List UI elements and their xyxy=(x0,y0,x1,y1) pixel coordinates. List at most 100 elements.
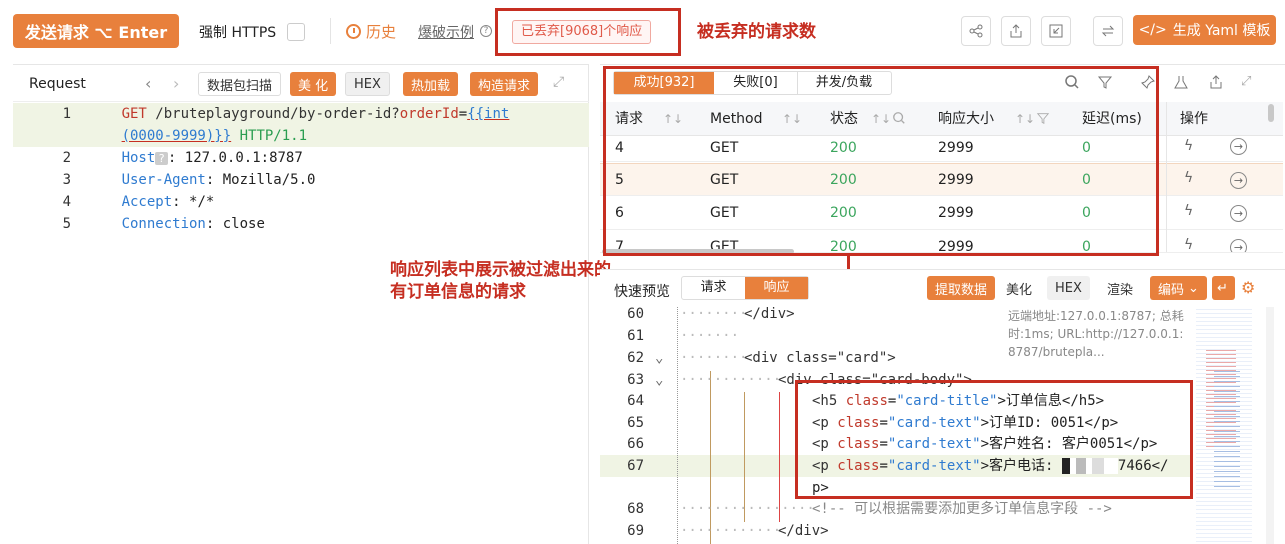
clock-icon xyxy=(346,24,361,39)
preview-tab-response[interactable]: 响应 xyxy=(745,277,808,299)
table-scrollbar[interactable] xyxy=(1268,104,1274,122)
encode-label: 编码 xyxy=(1158,282,1185,298)
request-line-5[interactable]: 5 Connection: close xyxy=(13,213,601,235)
request-path: /bruteplayground/by-order-id? xyxy=(146,106,400,122)
line-number: 4 xyxy=(62,194,71,210)
hot-reload-button[interactable]: 热加载 xyxy=(403,72,459,96)
import-icon[interactable] xyxy=(1041,16,1071,46)
hex-button[interactable]: HEX xyxy=(345,72,390,96)
code-icon: </> xyxy=(1138,22,1167,38)
col-actions: 操作 xyxy=(1180,111,1208,127)
beautify-button[interactable]: 美 化 xyxy=(290,72,337,96)
history-label: 历史 xyxy=(366,23,397,41)
request-line-4[interactable]: 4 Accept: */* xyxy=(13,191,601,213)
quick-preview-label: 快速预览 xyxy=(614,284,670,300)
annotation-filter-line2: 有订单信息的请求 xyxy=(390,282,526,302)
equals-sign: = xyxy=(458,106,468,122)
header-value: : close xyxy=(205,216,265,232)
arrow-right-icon[interactable]: → xyxy=(1230,172,1247,189)
request-line-3[interactable]: 3 User-Agent: Mozilla/5.0 xyxy=(13,169,601,191)
extract-data-button[interactable]: 提取数据 xyxy=(927,276,996,300)
expand-icon[interactable]: ⤢ xyxy=(553,74,564,90)
swap-icon[interactable] xyxy=(1093,16,1123,46)
line-number: 1 xyxy=(62,106,71,122)
code-minimap[interactable] xyxy=(1196,307,1252,544)
meta-line: 8787/brutepla... xyxy=(1008,345,1105,359)
line-number: 62 xyxy=(627,350,644,366)
request-line-1-wrap: (0000-9999)}} HTTP/1.1 xyxy=(13,125,601,147)
arrow-right-icon[interactable]: → xyxy=(1230,239,1247,252)
line-number: 66 xyxy=(627,436,644,452)
gear-icon[interactable]: ⚙ xyxy=(1241,278,1255,297)
meta-line: 远端地址:127.0.0.1:8787; 总耗 xyxy=(1008,309,1184,323)
arrow-right-icon[interactable]: → xyxy=(1230,138,1247,155)
line-number: 69 xyxy=(627,523,644,539)
fold-chevron-icon[interactable]: ⌄ xyxy=(655,369,663,391)
history-button[interactable]: 历史 xyxy=(346,21,396,42)
export-results-icon[interactable] xyxy=(1208,74,1224,94)
help-icon[interactable]: ? xyxy=(480,25,492,37)
header-key: User-Agent xyxy=(121,172,206,188)
response-line: 69 ············ </div> xyxy=(600,520,1190,542)
response-scrollbar[interactable] xyxy=(1266,307,1274,544)
column-divider xyxy=(1166,102,1167,252)
lightning-icon[interactable]: ϟ xyxy=(1184,170,1193,186)
request-line-1[interactable]: 1 GET /bruteplayground/by-order-id?order… xyxy=(13,103,601,125)
brute-example-link[interactable]: 爆破示例 xyxy=(418,22,474,42)
render-button[interactable]: 渲染 xyxy=(1099,276,1142,300)
preview-beautify-button[interactable]: 美化 xyxy=(998,276,1041,300)
line-number: 2 xyxy=(62,150,71,166)
http-protocol: HTTP/1.1 xyxy=(231,128,308,144)
chevron-left-icon[interactable]: ‹ xyxy=(145,74,151,93)
header-key: Connection xyxy=(121,216,206,232)
generate-yaml-label: 生成 Yaml 模板 xyxy=(1172,23,1271,39)
force-https-checkbox[interactable] xyxy=(287,23,305,41)
lightning-icon[interactable]: ϟ xyxy=(1184,138,1193,154)
preview-tab-request[interactable]: 请求 xyxy=(682,277,745,299)
code-text: <div class="card"> xyxy=(744,350,896,366)
line-number: 60 xyxy=(627,306,644,322)
line-number: 68 xyxy=(627,501,644,517)
send-request-button[interactable]: 发送请求 ⌥ Enter xyxy=(13,14,179,48)
chevron-down-icon: ⌄ xyxy=(1188,280,1199,296)
packet-scan-button[interactable]: 数据包扫描 xyxy=(198,72,282,96)
generate-yaml-button[interactable]: </> 生成 Yaml 模板 xyxy=(1133,15,1276,45)
meta-line: 时:1ms; URL:http://127.0.0.1: xyxy=(1008,327,1184,341)
construct-request-button[interactable]: 构造请求 xyxy=(470,72,539,96)
highlight-box-results xyxy=(603,66,1159,256)
header-value: : 127.0.0.1:8787 xyxy=(167,150,303,166)
top-toolbar: 发送请求 ⌥ Enter 强制 HTTPS 历史 爆破示例 ? 已丢弃[9068… xyxy=(0,0,1285,64)
chevron-right-icon[interactable]: › xyxy=(173,74,179,93)
code-text: </div> xyxy=(778,523,829,539)
divider xyxy=(330,18,331,44)
arrow-right-icon[interactable]: → xyxy=(1230,205,1247,222)
help-badge[interactable]: ? xyxy=(155,152,168,165)
lightning-icon[interactable]: ϟ xyxy=(1184,203,1193,219)
http-method: GET xyxy=(121,106,147,122)
annotation-discarded: 被丢弃的请求数 xyxy=(697,22,816,42)
code-text: </div> xyxy=(744,306,795,322)
expand-results-icon[interactable]: ⤢ xyxy=(1241,74,1251,89)
lightning-icon[interactable]: ϟ xyxy=(1184,237,1193,252)
code-comment: <!-- 可以根据需要添加更多订单信息字段 --> xyxy=(812,501,1112,517)
line-number: 3 xyxy=(62,172,71,188)
encode-dropdown[interactable]: 编码 ⌄ xyxy=(1150,276,1207,300)
flask-icon[interactable] xyxy=(1173,74,1189,94)
request-title: Request xyxy=(29,76,86,92)
line-number: 64 xyxy=(627,393,644,409)
highlight-box-discarded xyxy=(495,8,681,56)
export-icon[interactable] xyxy=(1001,16,1031,46)
fuzz-template: {{int xyxy=(467,106,510,122)
header-key: Accept xyxy=(121,194,173,210)
line-number: 65 xyxy=(627,415,644,431)
fuzz-template-range: (0000-9999)}} xyxy=(121,128,232,144)
fold-chevron-icon[interactable]: ⌄ xyxy=(655,347,663,369)
highlight-box-order-info xyxy=(795,380,1193,499)
share-icon[interactable] xyxy=(961,16,991,46)
wrap-icon[interactable]: ↵ xyxy=(1212,276,1235,300)
annotation-filter-line1: 响应列表中展示被过滤出来的 xyxy=(390,260,611,280)
request-line-2[interactable]: 2 Host?: 127.0.0.1:8787 xyxy=(13,147,601,169)
header-key: Host xyxy=(121,150,156,166)
response-meta: 远端地址:127.0.0.1:8787; 总耗 时:1ms; URL:http:… xyxy=(1008,307,1186,361)
preview-hex-button[interactable]: HEX xyxy=(1047,276,1090,300)
